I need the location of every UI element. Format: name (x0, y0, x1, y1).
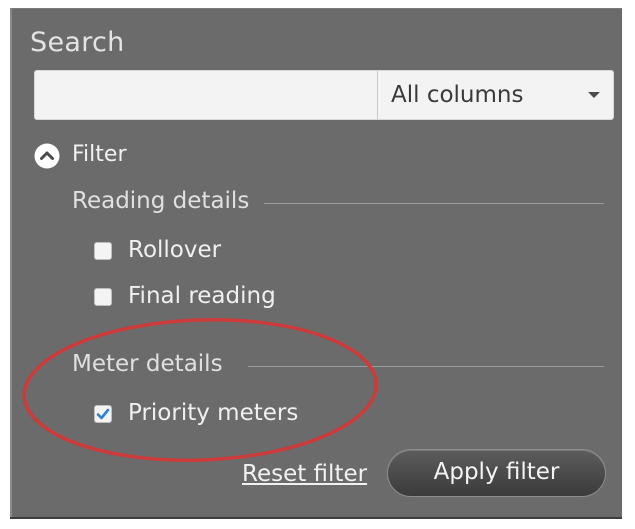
chevron-up-circle-icon (34, 143, 60, 169)
section-divider (248, 366, 604, 367)
section-divider (264, 203, 604, 204)
checkmark-icon (96, 408, 110, 420)
column-select-dropdown[interactable]: All columns (378, 71, 613, 119)
checkbox-label-priority-meters: Priority meters (128, 400, 299, 426)
checkbox-label-final-reading: Final reading (128, 283, 276, 309)
search-box: All columns (34, 70, 614, 120)
chevron-down-icon (588, 92, 600, 98)
search-title: Search (30, 27, 125, 58)
panel-bottom-border (10, 517, 622, 519)
search-input[interactable] (35, 71, 377, 119)
section-heading-reading-details: Reading details (72, 188, 250, 214)
apply-filter-button[interactable]: Apply filter (387, 449, 606, 497)
column-select-value: All columns (391, 82, 524, 108)
checkbox-priority-meters[interactable] (94, 405, 112, 423)
search-filter-panel: Search All columns Filter Reading detail… (10, 8, 622, 518)
reset-filter-link[interactable]: Reset filter (242, 461, 367, 487)
checkbox-rollover[interactable] (94, 242, 112, 260)
checkbox-label-rollover: Rollover (128, 237, 222, 263)
section-heading-meter-details: Meter details (72, 351, 223, 377)
checkbox-final-reading[interactable] (94, 288, 112, 306)
filter-label: Filter (72, 142, 127, 167)
